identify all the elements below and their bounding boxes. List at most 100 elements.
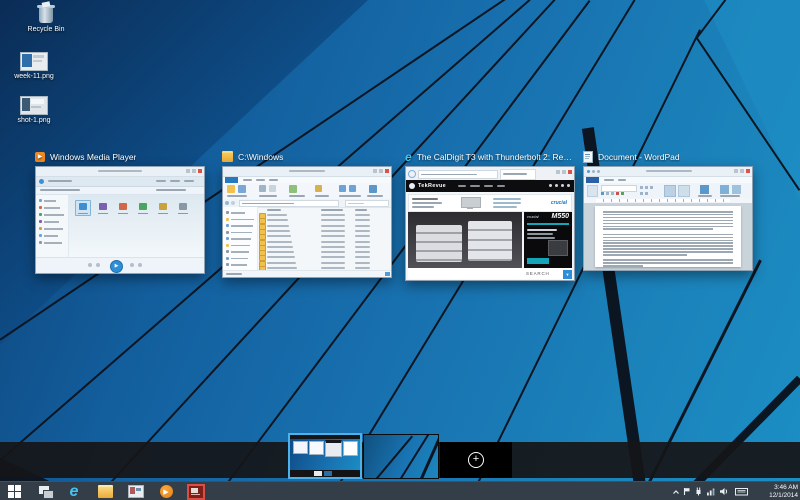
window-title: Windows Media Player xyxy=(50,152,136,162)
text-line xyxy=(603,254,687,256)
nav-item xyxy=(226,211,254,215)
browser-chrome xyxy=(406,167,574,181)
explorer-status-bar xyxy=(223,270,391,277)
ad-brand-logo: crucial xyxy=(551,200,567,206)
recycle-bin-icon xyxy=(37,4,55,24)
add-desktop-plus-icon: + xyxy=(468,452,484,468)
media-category-tile xyxy=(75,200,91,216)
file-row xyxy=(257,229,387,234)
file-row xyxy=(257,250,387,255)
touch-keyboard-icon[interactable] xyxy=(735,483,748,500)
site-header: TekRevue xyxy=(406,180,574,192)
text-line xyxy=(603,211,733,213)
library-nav-item xyxy=(39,220,67,224)
image-file-icon xyxy=(20,52,48,71)
file-row xyxy=(257,234,387,239)
wmp-play-button: ▶ xyxy=(110,260,123,273)
text-line xyxy=(603,262,733,264)
file-row xyxy=(257,240,387,245)
taskview-window-wmp[interactable]: ▶ Windows Media Player ▶ xyxy=(35,150,205,274)
wmp-library-area xyxy=(69,195,204,258)
library-nav-item xyxy=(39,213,67,217)
text-line xyxy=(603,237,733,239)
taskview-icon xyxy=(39,486,52,497)
system-tray: * xyxy=(672,482,748,500)
ie-icon: e xyxy=(405,152,412,162)
wmp-sidebar xyxy=(36,195,69,258)
file-row xyxy=(257,213,387,218)
shop-now-button xyxy=(527,258,549,264)
hidden-icons-chevron-icon[interactable] xyxy=(672,483,680,500)
folder-icon xyxy=(98,485,113,498)
text-line xyxy=(603,220,733,222)
network-icon[interactable]: * xyxy=(706,483,716,500)
desktop-icon-label: week-11.png xyxy=(2,73,66,81)
explorer-ribbon xyxy=(223,183,391,200)
taskbar-ie-button[interactable]: e xyxy=(62,483,86,500)
media-category-tile xyxy=(175,200,191,216)
search-section: SEARCH ▼ xyxy=(408,268,572,279)
desktop-thumbnail-1[interactable] xyxy=(288,433,362,479)
library-nav-item xyxy=(39,241,67,245)
taskview-button[interactable] xyxy=(33,483,57,500)
volume-icon[interactable] xyxy=(719,483,729,500)
text-line xyxy=(603,226,733,228)
scroll-down-button: ▼ xyxy=(563,270,572,279)
text-line xyxy=(603,234,733,236)
tray-time: 3:46 AM xyxy=(752,484,798,492)
text-line xyxy=(603,265,643,267)
file-row xyxy=(257,261,387,266)
nav-item xyxy=(226,250,254,254)
desktop: Recycle Bin week-11.png shot-1.png ▶ Win… xyxy=(0,0,800,500)
taskbar-clock[interactable]: 3:46 AM 12/1/2014 xyxy=(752,484,798,499)
red-app-icon xyxy=(187,484,205,500)
file-row xyxy=(257,218,387,223)
text-line xyxy=(603,248,733,250)
taskbar-explorer-button[interactable] xyxy=(93,483,117,500)
photos-app-icon xyxy=(128,485,144,498)
sidebar-ad-model: M550 xyxy=(551,213,569,220)
media-category-tile xyxy=(155,200,171,216)
media-category-tile xyxy=(95,200,111,216)
image-file-icon xyxy=(20,96,48,115)
text-line xyxy=(603,245,733,247)
wordpad-doc-area xyxy=(584,203,752,270)
ad-banner: crucial xyxy=(408,194,572,212)
file-row xyxy=(257,245,387,250)
taskbar-wmp-button[interactable]: ▶ xyxy=(154,483,178,500)
wordpad-icon xyxy=(583,151,593,163)
nav-item xyxy=(226,224,254,228)
text-line xyxy=(603,259,733,261)
text-line xyxy=(603,228,713,230)
taskview-window-browser[interactable]: e The CalDigit T3 with Thunderbolt 2: Re… xyxy=(405,150,575,281)
text-line xyxy=(603,214,733,216)
ie-icon: e xyxy=(70,483,79,500)
wmp-icon: ▶ xyxy=(160,485,173,498)
power-plug-icon[interactable] xyxy=(694,483,703,500)
taskbar-red-app-button[interactable] xyxy=(184,483,208,500)
desktop-icon-week-11[interactable]: week-11.png xyxy=(2,52,66,81)
desktop-icon-label: shot-1.png xyxy=(2,117,66,125)
action-center-flag-icon[interactable] xyxy=(683,483,691,500)
text-line xyxy=(603,240,733,242)
sidebar-ad-brand: crucial xyxy=(527,214,539,219)
taskbar: e ▶ * xyxy=(0,481,800,500)
text-line xyxy=(603,223,733,225)
start-button[interactable] xyxy=(2,483,26,500)
desktop-icon-label: Recycle Bin xyxy=(14,26,78,34)
window-title: Document - WordPad xyxy=(598,152,680,162)
desktop-thumbnail-2[interactable] xyxy=(363,434,439,479)
taskview-window-wordpad[interactable]: Document - WordPad xyxy=(583,150,753,271)
library-nav-item xyxy=(39,227,67,231)
nav-item xyxy=(226,231,254,235)
desktop-icon-shot-1[interactable]: shot-1.png xyxy=(2,96,66,125)
media-category-tile xyxy=(115,200,131,216)
desktop-icon-recycle-bin[interactable]: Recycle Bin xyxy=(14,4,78,34)
article-photo xyxy=(408,212,522,268)
library-nav-item xyxy=(39,234,67,238)
wordpad-page-text xyxy=(595,206,741,267)
taskview-window-explorer[interactable]: C:\Windows xyxy=(222,150,392,278)
taskbar-photos-button[interactable] xyxy=(124,483,148,500)
wordpad-ribbon xyxy=(584,183,752,199)
add-desktop-button[interactable]: + xyxy=(440,442,512,478)
